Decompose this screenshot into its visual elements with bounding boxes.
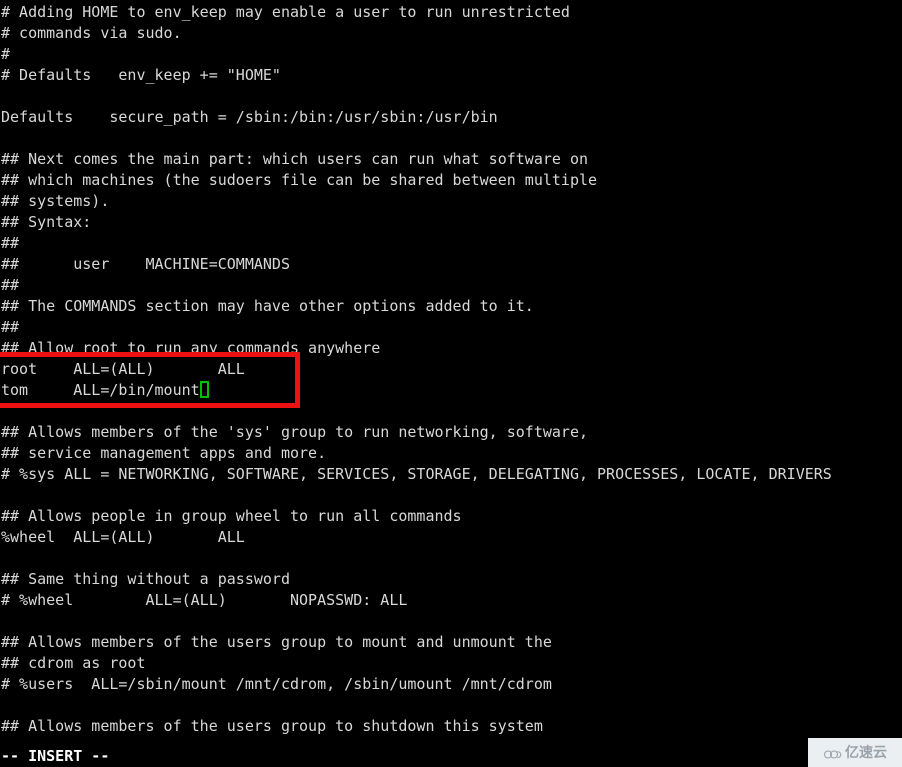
buffer-line: ## (1, 318, 20, 336)
buffer-line: # commands via sudo. (1, 24, 182, 42)
buffer-line: ## (1, 234, 20, 252)
buffer-line: Defaults secure_path = /sbin:/bin:/usr/s… (1, 108, 498, 126)
buffer-line: ## Allows members of the users group to … (1, 633, 552, 651)
buffer-line: ## cdrom as root (1, 654, 146, 672)
buffer-line: ## Allow root to run any commands anywhe… (1, 339, 381, 357)
buffer-line (0, 128, 902, 149)
buffer-line: ## (1, 276, 20, 294)
buffer-line: ## Allows members of the users group to … (1, 717, 543, 735)
buffer-line: # Adding HOME to env_keep may enable a u… (1, 3, 570, 21)
buffer-line: %wheel ALL=(ALL) ALL (1, 528, 245, 546)
watermark-label: 亿速云 (845, 744, 887, 761)
buffer-line: ## which machines (the sudoers file can … (1, 171, 598, 189)
buffer-line: # (1, 45, 11, 63)
buffer-line (0, 485, 902, 506)
buffer-line (0, 401, 902, 422)
buffer-line: ## The COMMANDS section may have other o… (1, 297, 534, 315)
buffer-line: # %sys ALL = NETWORKING, SOFTWARE, SERVI… (1, 465, 832, 483)
buffer-line-tom-rule: tom ALL=/bin/mount (0, 380, 902, 401)
buffer-line: ## Same thing without a password (1, 570, 290, 588)
buffer-line: ## Allows people in group wheel to run a… (1, 507, 462, 525)
buffer-line: ## Allows members of the 'sys' group to … (1, 423, 588, 441)
vim-status-line: -- INSERT -- (1, 747, 110, 765)
buffer-line: # Defaults env_keep += "HOME" (1, 66, 281, 84)
buffer-line: # %users ALL=/sbin/mount /mnt/cdrom, /sb… (1, 675, 552, 693)
text-cursor (199, 381, 209, 398)
buffer-line (0, 86, 902, 107)
buffer-line: ## service management apps and more. (1, 444, 327, 462)
buffer-line: ## Syntax: (1, 213, 92, 231)
buffer-line: ## user MACHINE=COMMANDS (1, 255, 290, 273)
site-watermark: 亿速云 (808, 738, 902, 767)
buffer-line-root-rule: root ALL=(ALL) ALL (1, 360, 245, 378)
buffer-line (0, 695, 902, 716)
buffer-line: ## systems). (1, 192, 110, 210)
buffer-line: ## Next comes the main part: which users… (1, 150, 588, 168)
buffer-line: # %wheel ALL=(ALL) NOPASSWD: ALL (1, 591, 408, 609)
buffer-line (0, 611, 902, 632)
buffer-line-tom-rule-text: tom ALL=/bin/mount (1, 381, 200, 399)
terminal-window[interactable]: # Adding HOME to env_keep may enable a u… (0, 0, 902, 767)
buffer-line (0, 548, 902, 569)
cloud-icon (823, 746, 842, 759)
editor-buffer[interactable]: # Adding HOME to env_keep may enable a u… (0, 0, 902, 737)
